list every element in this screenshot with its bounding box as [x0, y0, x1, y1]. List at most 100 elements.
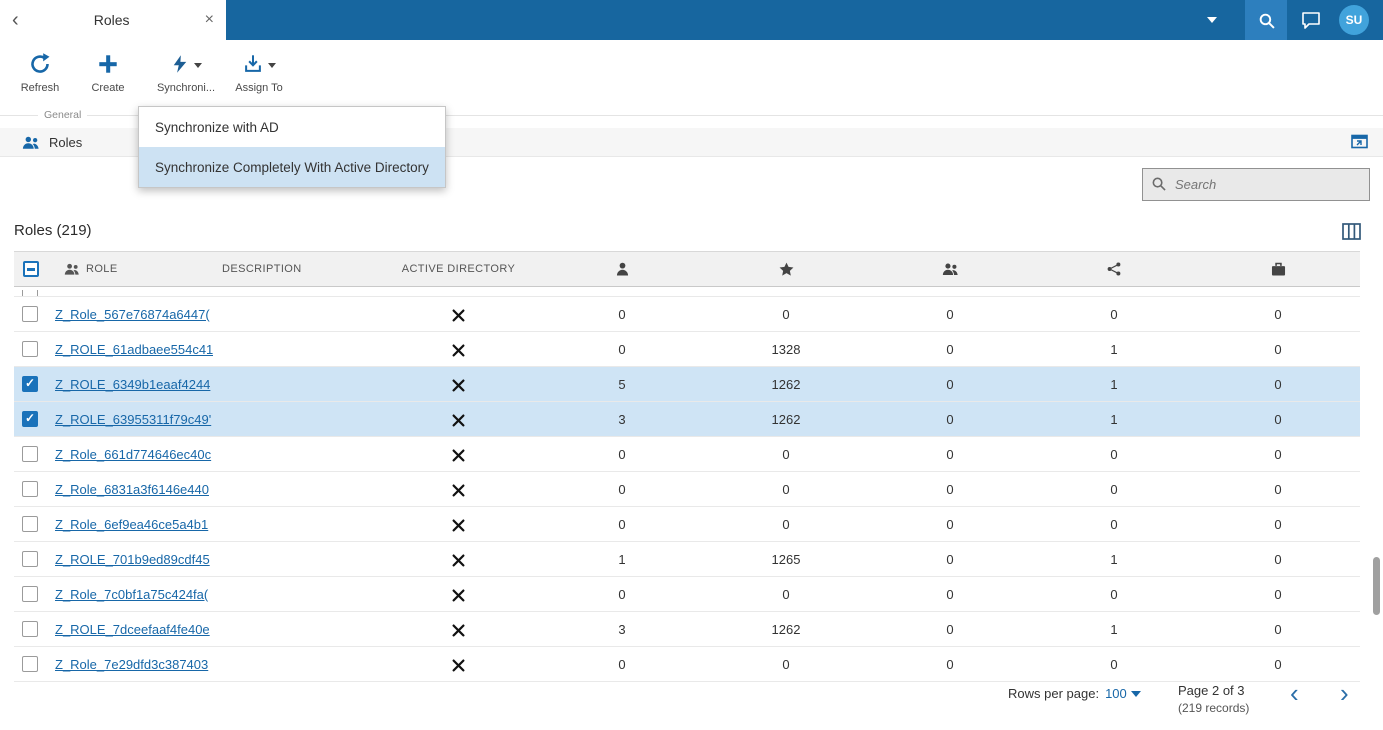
- expand-panel-icon[interactable]: [1351, 134, 1368, 149]
- cell-value: 1262: [771, 621, 801, 637]
- cell-value: 0: [1274, 481, 1282, 497]
- create-button[interactable]: Create: [78, 47, 138, 115]
- topbar-actions: SU: [1207, 0, 1383, 40]
- back-chevron-icon[interactable]: ‹: [12, 10, 19, 30]
- row-checkbox[interactable]: [22, 516, 38, 533]
- table-row[interactable]: Z_Role_6831a3f6146e440 0 0 0 0 0: [14, 472, 1360, 507]
- refresh-label: Refresh: [20, 82, 60, 94]
- role-link[interactable]: Z_Role_567e76874a6447(: [55, 307, 210, 322]
- column-header-role[interactable]: ROLE: [55, 263, 213, 275]
- rows-per-page-select[interactable]: 100: [1105, 686, 1141, 701]
- app-window: ‹ Roles × SU Refresh Create Synchroni...…: [0, 0, 1383, 730]
- refresh-button[interactable]: Refresh: [10, 47, 70, 115]
- table-row[interactable]: Z_ROLE_6349b1eaaf4244 5 1262 0 1 0: [14, 367, 1360, 402]
- x-mark-icon: [452, 379, 465, 392]
- toolbar: Refresh Create Synchroni... Assign To: [0, 40, 1383, 115]
- menu-item-synchronize-with-ad[interactable]: Synchronize with AD: [139, 107, 445, 147]
- column-header-active-directory-label: ACTIVE DIRECTORY: [401, 263, 516, 275]
- cell-value: 0: [946, 341, 954, 357]
- table-row[interactable]: Z_Role_7c0bf1a75c424fa( 0 0 0 0 0: [14, 577, 1360, 612]
- role-link[interactable]: Z_Role_7e29dfd3c387403: [55, 657, 208, 672]
- chat-button[interactable]: [1287, 0, 1335, 40]
- rows-per-page: Rows per page: 100: [1008, 686, 1141, 701]
- cell-value: 0: [782, 516, 790, 532]
- select-all-checkbox[interactable]: [23, 261, 39, 277]
- table-row[interactable]: Z_Role_6ef9ea46ce5a4b1 0 0 0 0 0: [14, 507, 1360, 542]
- active-directory-cell: [377, 551, 540, 567]
- role-link[interactable]: Z_Role_6831a3f6146e440: [55, 482, 209, 497]
- global-search-button[interactable]: [1245, 0, 1287, 40]
- cell-value: 0: [1110, 586, 1118, 602]
- column-header-shares[interactable]: [1032, 262, 1196, 276]
- table-row[interactable]: Z_ROLE_61adbaee554c41 0 1328 0 1 0: [14, 332, 1360, 367]
- row-checkbox[interactable]: [22, 411, 38, 428]
- x-mark-icon: [452, 624, 465, 637]
- select-all-checkbox-cell: [14, 261, 55, 277]
- row-checkbox[interactable]: [22, 621, 38, 638]
- role-link[interactable]: Z_ROLE_61adbaee554c41: [55, 342, 213, 357]
- row-checkbox[interactable]: [22, 481, 38, 498]
- table-row[interactable]: Z_ROLE_63955311f79c49' 3 1262 0 1 0: [14, 402, 1360, 437]
- column-header-active-directory[interactable]: ACTIVE DIRECTORY: [377, 263, 540, 275]
- vertical-scrollbar-thumb[interactable]: [1373, 557, 1380, 615]
- column-header-groups[interactable]: [868, 263, 1032, 275]
- cell-value: 0: [1274, 586, 1282, 602]
- tab-close-icon[interactable]: ×: [205, 11, 214, 29]
- role-cell: Z_ROLE_6349b1eaaf4244: [55, 377, 213, 392]
- column-header-favorites[interactable]: [704, 262, 868, 277]
- roles-table: ROLE DESCRIPTION ACTIVE DIRECTORY Z_Role…: [14, 251, 1360, 682]
- cell-value: 0: [946, 376, 954, 392]
- next-page-button[interactable]: ›: [1340, 680, 1349, 706]
- user-avatar[interactable]: SU: [1339, 5, 1369, 35]
- row-checkbox[interactable]: [22, 551, 38, 568]
- cell-value: 0: [1110, 656, 1118, 672]
- row-checkbox-cell: [14, 306, 55, 323]
- row-checkbox[interactable]: [22, 341, 38, 358]
- menu-item-synchronize-completely[interactable]: Synchronize Completely With Active Direc…: [139, 147, 445, 187]
- synchronize-button[interactable]: Synchroni...: [154, 47, 218, 115]
- synchronize-dropdown-menu: Synchronize with AD Synchronize Complete…: [138, 106, 446, 188]
- role-link[interactable]: Z_Role_661d774646ec40c: [55, 447, 211, 462]
- column-header-users[interactable]: [540, 262, 704, 276]
- row-checkbox[interactable]: [22, 586, 38, 603]
- column-header-organizations[interactable]: [1196, 262, 1360, 276]
- top-bar: ‹ Roles × SU: [0, 0, 1383, 40]
- active-directory-cell: [377, 446, 540, 462]
- row-checkbox-cell: [14, 551, 55, 568]
- cell-value: 0: [1110, 516, 1118, 532]
- row-checkbox[interactable]: [22, 656, 38, 673]
- role-link[interactable]: Z_ROLE_701b9ed89cdf45: [55, 552, 210, 567]
- row-checkbox[interactable]: [22, 306, 38, 323]
- table-row[interactable]: Z_Role_7e29dfd3c387403 0 0 0 0 0: [14, 647, 1360, 682]
- table-row[interactable]: Z_ROLE_701b9ed89cdf45 1 1265 0 1 0: [14, 542, 1360, 577]
- column-chooser-icon[interactable]: [1342, 223, 1361, 240]
- row-checkbox[interactable]: [22, 446, 38, 463]
- previous-page-button[interactable]: ‹: [1290, 680, 1299, 706]
- cell-value: 0: [946, 551, 954, 567]
- assign-to-button[interactable]: Assign To: [226, 47, 292, 115]
- x-mark-icon: [452, 554, 465, 567]
- role-link[interactable]: Z_Role_6ef9ea46ce5a4b1: [55, 517, 208, 532]
- role-link[interactable]: Z_ROLE_63955311f79c49': [55, 412, 211, 427]
- active-directory-cell: [377, 516, 540, 532]
- search-input[interactable]: [1142, 168, 1370, 201]
- row-checkbox[interactable]: [22, 376, 38, 393]
- cell-value: 0: [618, 586, 626, 602]
- role-link[interactable]: Z_Role_7c0bf1a75c424fa(: [55, 587, 208, 602]
- table-row[interactable]: Z_Role_567e76874a6447( 0 0 0 0 0: [14, 297, 1360, 332]
- table-row[interactable]: Z_Role_661d774646ec40c 0 0 0 0 0: [14, 437, 1360, 472]
- share-icon: [1107, 262, 1121, 276]
- partial-checkbox: [22, 290, 38, 296]
- cell-value: 0: [618, 481, 626, 497]
- cell-value: 0: [946, 306, 954, 322]
- cell-value: 0: [782, 656, 790, 672]
- topbar-dropdown-caret-icon[interactable]: [1207, 17, 1217, 23]
- role-link[interactable]: Z_ROLE_6349b1eaaf4244: [55, 377, 210, 392]
- role-link[interactable]: Z_ROLE_7dceefaaf4fe40e: [55, 622, 210, 637]
- assign-download-icon: [242, 52, 264, 76]
- cell-value: 0: [1110, 481, 1118, 497]
- column-header-description[interactable]: DESCRIPTION: [213, 263, 377, 275]
- cell-value: 0: [946, 586, 954, 602]
- tab-roles[interactable]: ‹ Roles ×: [0, 0, 226, 40]
- table-row[interactable]: Z_ROLE_7dceefaaf4fe40e 3 1262 0 1 0: [14, 612, 1360, 647]
